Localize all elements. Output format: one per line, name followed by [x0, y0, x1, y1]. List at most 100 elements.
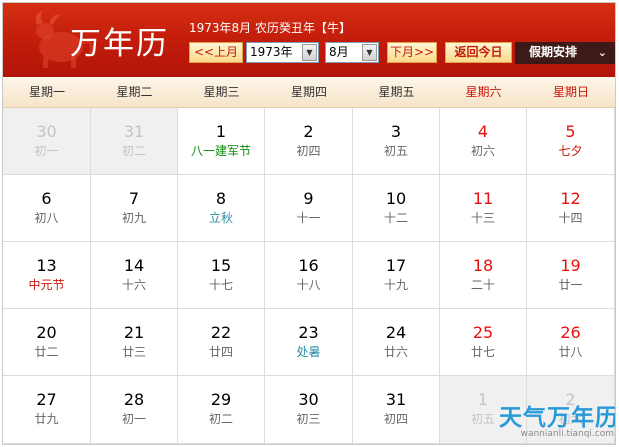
weekday-label: 星期二 [116, 85, 153, 99]
holiday-schedule-label: 假期安排 [529, 45, 578, 59]
day-cell[interactable]: 12 十四 [527, 175, 615, 242]
lunar-date: 廿八 [558, 345, 583, 359]
weekday-label: 星期日 [552, 85, 589, 99]
day-cell[interactable]: 27 廿九 [3, 376, 91, 444]
day-cell[interactable]: 22 廿四 [178, 309, 265, 376]
day-number: 31 [123, 122, 145, 141]
weekday-label: 星期六 [465, 85, 502, 99]
day-number: 19 [560, 256, 581, 275]
lunar-date: 廿三 [121, 345, 146, 359]
watermark-url: wannianli.tianqi.com [520, 429, 614, 439]
day-cell[interactable]: 4 初六 [440, 108, 527, 175]
watermark: 天气万年历 wannianli.tianqi.com [450, 395, 616, 444]
day-cell[interactable]: 17 十九 [353, 242, 440, 309]
lunar-date: 七夕 [558, 144, 583, 158]
lunar-date: 廿一 [558, 278, 583, 292]
day-number: 24 [385, 323, 407, 342]
back-to-today-button[interactable]: 返回今日 [445, 42, 512, 63]
watermark-title: 天气万年历 [499, 405, 616, 431]
day-cell[interactable]: 31 初二 [91, 108, 178, 175]
day-cell[interactable]: 24 廿六 [353, 309, 440, 376]
weekday-label: 星期四 [290, 85, 327, 99]
calendar-grid: 30 初一 31 初二 1 八一建军节 2 初四 3 初五 4 初六 5 七夕 6 初八 7 初九 8 立秋 9 十一 10… [3, 108, 615, 444]
day-cell[interactable]: 29 初二 [178, 376, 265, 444]
weekday-label: 星期五 [378, 85, 415, 99]
lunar-date: 处暑 [296, 345, 321, 359]
lunar-date: 初八 [34, 211, 59, 225]
day-cell[interactable]: 9 十一 [265, 175, 353, 242]
day-cell[interactable]: 18 二十 [440, 242, 527, 309]
lunar-date: 初五 [383, 144, 408, 158]
day-cell[interactable]: 15 十七 [178, 242, 265, 309]
lunar-date: 十一 [296, 211, 321, 225]
lunar-date: 廿六 [383, 345, 408, 359]
next-month-button[interactable]: 下月>> [387, 42, 437, 63]
lunar-date: 十四 [558, 211, 583, 225]
day-number: 27 [36, 390, 57, 409]
day-number: 5 [565, 122, 576, 141]
day-cell[interactable]: 8 立秋 [178, 175, 265, 242]
day-cell[interactable]: 23 处暑 [265, 309, 353, 376]
month-select-value: 8月 [329, 45, 349, 59]
day-number: 28 [123, 390, 145, 409]
day-cell[interactable]: 21 廿三 [91, 309, 178, 376]
day-number: 13 [36, 256, 57, 275]
day-number: 12 [560, 189, 581, 208]
day-number: 14 [123, 256, 145, 275]
day-cell[interactable]: 25 廿七 [440, 309, 527, 376]
month-select[interactable]: 8月 ▼ [325, 42, 379, 63]
day-number: 16 [298, 256, 319, 275]
day-number: 30 [298, 390, 319, 409]
prev-month-button[interactable]: <<上月 [189, 42, 243, 63]
lunar-date: 十八 [296, 278, 321, 292]
day-number: 7 [128, 189, 140, 208]
dropdown-arrow-icon[interactable]: ▼ [302, 44, 317, 61]
calendar-widget: 万年历 1973年8月 农历癸丑年【牛】 <<上月 1973年 ▼ 8月 ▼ 下… [2, 2, 616, 445]
lunar-date: 初四 [383, 412, 408, 426]
lunar-date: 初一 [121, 412, 146, 426]
day-number: 22 [210, 323, 232, 342]
day-cell[interactable]: 2 初四 [265, 108, 353, 175]
lunar-date: 廿四 [208, 345, 233, 359]
day-number: 30 [36, 122, 57, 141]
dropdown-arrow-icon[interactable]: ▼ [362, 44, 377, 61]
lunar-date: 初二 [121, 144, 146, 158]
day-number: 3 [390, 122, 402, 141]
day-cell[interactable]: 19 廿一 [527, 242, 615, 309]
day-number: 25 [472, 323, 494, 342]
day-cell[interactable]: 13 中元节 [3, 242, 91, 309]
day-cell[interactable]: 31 初四 [353, 376, 440, 444]
day-cell[interactable]: 6 初八 [3, 175, 91, 242]
chevron-down-icon: ⌄ [597, 46, 607, 59]
lunar-date: 初三 [296, 412, 321, 426]
holiday-schedule-dropdown[interactable]: 假期安排 ⌄ [515, 42, 615, 64]
lunar-date: 十二 [383, 211, 408, 225]
day-cell[interactable]: 30 初一 [3, 108, 91, 175]
day-number: 8 [215, 189, 227, 208]
day-cell[interactable]: 11 十三 [440, 175, 527, 242]
day-cell[interactable]: 20 廿二 [3, 309, 91, 376]
day-cell[interactable]: 28 初一 [91, 376, 178, 444]
day-cell[interactable]: 16 十八 [265, 242, 353, 309]
lunar-date: 十三 [470, 211, 495, 225]
day-cell[interactable]: 3 初五 [353, 108, 440, 175]
lunar-date: 初二 [208, 412, 233, 426]
day-number: 15 [210, 256, 232, 275]
page-title: 万年历 [70, 26, 169, 62]
day-cell[interactable]: 10 十二 [353, 175, 440, 242]
day-cell[interactable]: 14 十六 [91, 242, 178, 309]
year-select-value: 1973年 [250, 45, 293, 59]
day-cell[interactable]: 30 初三 [265, 376, 353, 444]
day-cell[interactable]: 7 初九 [91, 175, 178, 242]
lunar-date: 中元节 [28, 278, 65, 292]
year-select[interactable]: 1973年 ▼ [246, 42, 319, 63]
day-number: 2 [303, 122, 314, 141]
day-number: 18 [472, 256, 494, 275]
lunar-date: 初一 [34, 144, 59, 158]
day-number: 10 [385, 189, 407, 208]
day-cell[interactable]: 26 廿八 [527, 309, 615, 376]
day-number: 11 [472, 189, 494, 208]
day-cell[interactable]: 1 八一建军节 [178, 108, 265, 175]
weekday-label: 星期一 [28, 85, 65, 99]
day-cell[interactable]: 5 七夕 [527, 108, 615, 175]
